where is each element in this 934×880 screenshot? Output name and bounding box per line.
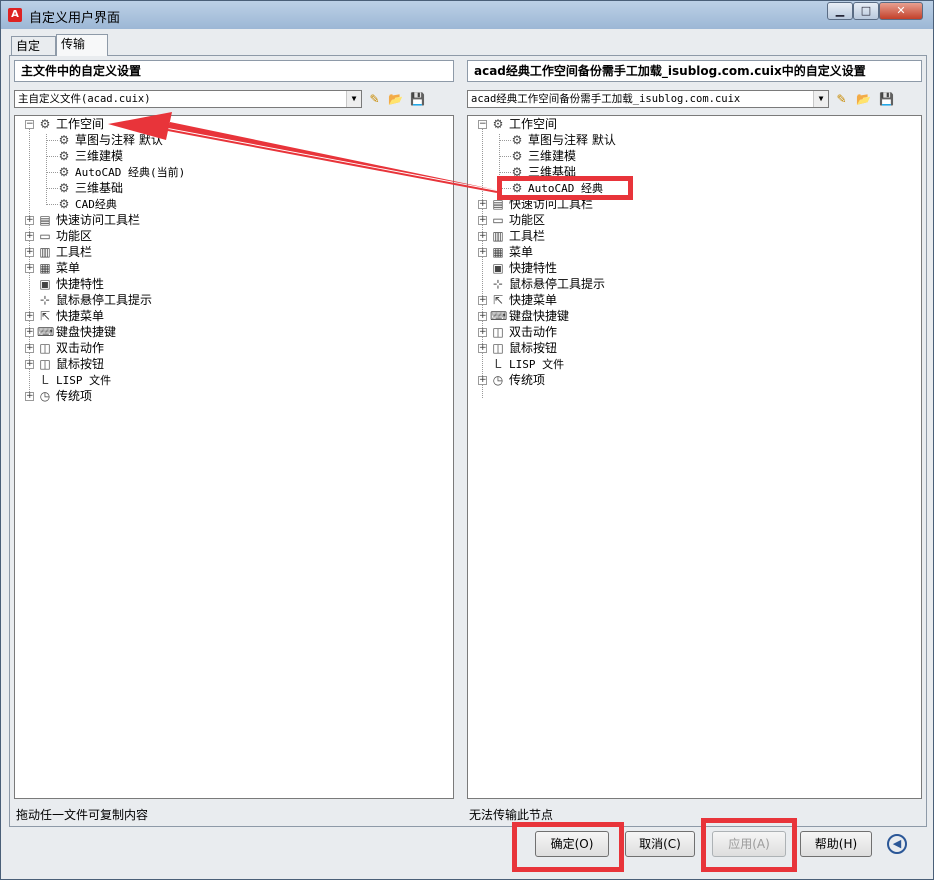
annotation-arrow: [108, 112, 498, 193]
tab-transfer[interactable]: 传输: [56, 34, 108, 56]
